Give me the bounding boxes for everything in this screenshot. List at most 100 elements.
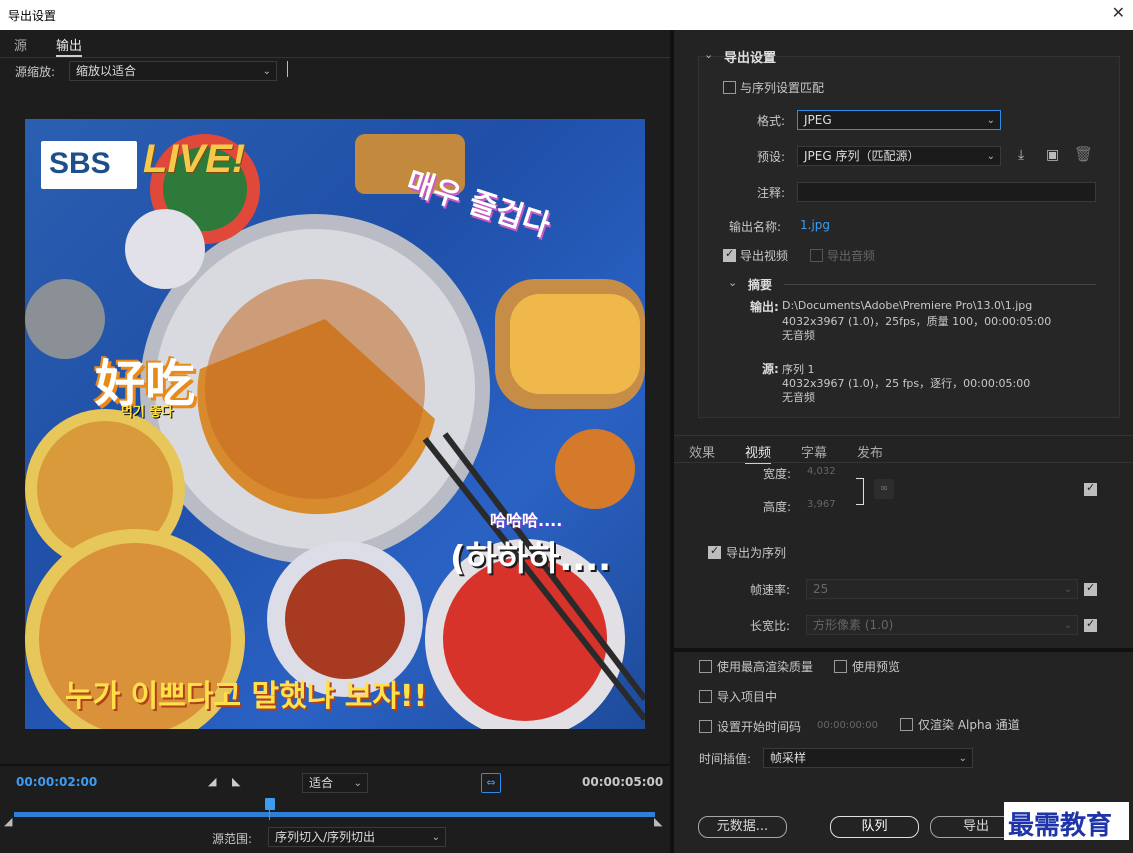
tabs-divider-bottom xyxy=(674,462,1133,463)
match-sequence-label: 与序列设置匹配 xyxy=(740,81,825,95)
time-interp-value: 帧采样 xyxy=(770,751,807,765)
tab-output[interactable]: 输出 xyxy=(56,35,83,57)
tab-captions[interactable]: 字幕 xyxy=(801,442,827,461)
metadata-button[interactable]: 元数据... xyxy=(698,816,787,838)
start-timecode-label: 设置开始时间码 xyxy=(717,720,802,734)
format-label: 格式: xyxy=(757,114,786,128)
preset-dropdown[interactable]: JPEG 序列（匹配源） ⌄ xyxy=(797,146,1001,166)
bottom-divider xyxy=(674,648,1133,652)
match-frame-rate-checkbox[interactable] xyxy=(1084,581,1097,596)
format-value: JPEG xyxy=(804,113,832,127)
source-range-value: 序列切入/序列切出 xyxy=(275,830,376,844)
set-in-point-icon[interactable]: ◢ xyxy=(208,775,216,788)
tab-effects[interactable]: 效果 xyxy=(689,442,715,461)
source-scale-value: 缩放以适合 xyxy=(76,64,137,78)
height-value[interactable]: 3,967 xyxy=(807,499,836,510)
current-timecode[interactable]: 00:00:02:00 xyxy=(16,775,97,789)
match-source-size-checkbox[interactable] xyxy=(1084,481,1097,496)
caption-laugh: (하하하.... xyxy=(450,539,612,579)
save-preset-icon[interactable]: ⤓ xyxy=(1018,147,1024,163)
set-out-point-icon[interactable]: ◣ xyxy=(232,775,240,788)
export-audio-checkbox[interactable] xyxy=(810,249,823,262)
chevron-down-icon: ⌄ xyxy=(353,778,362,789)
aspect-label: 长宽比: xyxy=(750,619,791,633)
output-name-link[interactable]: 1.jpg xyxy=(800,218,830,232)
time-interp-label: 时间插值: xyxy=(699,752,752,766)
watermark-badge: 最需教育 xyxy=(1004,802,1129,841)
aspect-value: 方形像素 (1.0) xyxy=(813,618,894,632)
format-dropdown[interactable]: JPEG ⌄ xyxy=(797,110,1001,130)
title-bar: 导出设置 ✕ xyxy=(0,0,1133,30)
summary-source-audio: 无音频 xyxy=(782,391,815,404)
preview-panel: 源 输出 源缩放: 缩放以适合 ⌄ SBS LIVE! 매우 즐겁다 好吃 먹기… xyxy=(0,30,670,853)
tab-publish[interactable]: 发布 xyxy=(857,442,883,461)
timeline-range-bar[interactable] xyxy=(14,812,655,817)
preview-image: SBS LIVE! 매우 즐겁다 好吃 먹기 좋다 哈哈哈.... (하하하..… xyxy=(25,119,645,729)
summary-output-path: D:\Documents\Adobe\Premiere Pro\13.0\1.j… xyxy=(782,299,1033,312)
export-settings-title: 导出设置 xyxy=(724,51,777,66)
import-project-checkbox[interactable] xyxy=(699,690,712,703)
tab-divider xyxy=(0,57,670,58)
frame-rate-dropdown[interactable]: 25 ⌄ xyxy=(806,579,1078,599)
sbs-logo: SBS xyxy=(41,141,137,189)
aspect-dropdown[interactable]: 方形像素 (1.0) ⌄ xyxy=(806,615,1078,635)
tab-source[interactable]: 源 xyxy=(14,35,27,54)
summary-title: 摘要 xyxy=(748,278,773,292)
comment-input[interactable] xyxy=(797,182,1096,202)
use-preview-label: 使用预览 xyxy=(852,660,901,674)
close-icon[interactable]: ✕ xyxy=(1112,4,1125,22)
in-marker-icon[interactable]: ◢ xyxy=(4,815,12,828)
export-video-label: 导出视频 xyxy=(740,249,789,263)
import-preset-icon[interactable]: ▣ xyxy=(1046,147,1059,163)
start-timecode-checkbox[interactable] xyxy=(699,720,712,733)
width-value[interactable]: 4,032 xyxy=(807,466,836,477)
link-icon[interactable]: ∞ xyxy=(874,479,894,499)
max-quality-checkbox[interactable] xyxy=(699,660,712,673)
match-aspect-checkbox[interactable] xyxy=(1084,617,1097,632)
source-scale-dropdown[interactable]: 缩放以适合 ⌄ xyxy=(69,61,277,81)
match-sequence-checkbox[interactable] xyxy=(723,81,736,94)
chevron-down-icon: ⌄ xyxy=(431,832,440,843)
frame-rate-label: 帧速率: xyxy=(750,583,791,597)
watermark-text: 最需教育 xyxy=(1008,811,1113,841)
use-preview-checkbox[interactable] xyxy=(834,660,847,673)
preset-value: JPEG 序列（匹配源） xyxy=(804,149,920,163)
collapse-chevron-icon[interactable]: ⌄ xyxy=(704,48,713,61)
delete-preset-icon[interactable]: 🗑 xyxy=(1074,145,1093,163)
fit-value: 适合 xyxy=(309,776,334,790)
text-cursor xyxy=(287,61,288,77)
frame-rate-value: 25 xyxy=(813,582,829,596)
max-quality-label: 使用最高渲染质量 xyxy=(717,660,814,674)
summary-output-audio: 无音频 xyxy=(782,329,815,342)
comment-label: 注释: xyxy=(757,186,786,200)
aspect-toggle-icon[interactable]: ⇔ xyxy=(481,773,501,793)
playhead-icon[interactable] xyxy=(265,798,275,810)
export-video-checkbox[interactable] xyxy=(723,247,736,262)
out-marker-icon[interactable]: ◣ xyxy=(654,815,662,828)
tab-video[interactable]: 视频 xyxy=(745,442,772,464)
import-project-label: 导入项目中 xyxy=(717,690,778,704)
queue-button[interactable]: 队列 xyxy=(830,816,919,838)
fit-dropdown[interactable]: 适合 ⌄ xyxy=(302,773,368,793)
chevron-down-icon: ⌄ xyxy=(262,66,271,77)
summary-source-label: 源: xyxy=(762,362,779,376)
live-logo-text: LIVE! xyxy=(143,137,246,181)
caption-mid-sub: 먹기 좋다 xyxy=(121,405,174,420)
alpha-only-checkbox[interactable] xyxy=(900,718,913,731)
start-timecode-value[interactable]: 00:00:00:00 xyxy=(817,720,878,731)
chevron-down-icon: ⌄ xyxy=(1063,620,1072,631)
export-audio-label: 导出音频 xyxy=(827,249,876,263)
sbs-logo-text: SBS xyxy=(49,147,111,180)
alpha-only-label: 仅渲染 Alpha 通道 xyxy=(918,718,1020,732)
playhead-line xyxy=(269,808,270,820)
summary-chevron-icon[interactable]: ⌄ xyxy=(728,276,737,289)
export-as-sequence-checkbox[interactable] xyxy=(708,544,721,559)
source-range-dropdown[interactable]: 序列切入/序列切出 ⌄ xyxy=(268,827,446,847)
caption-bottom: 누가 이쁘다고 말했냐 보자!! xyxy=(65,679,428,714)
time-interp-dropdown[interactable]: 帧采样 ⌄ xyxy=(763,748,973,768)
width-label: 宽度: xyxy=(763,467,792,481)
chevron-down-icon: ⌄ xyxy=(986,115,995,126)
settings-panel: ⌄ 导出设置 与序列设置匹配 格式: JPEG ⌄ 预设: JPEG 序列（匹配… xyxy=(674,30,1133,853)
output-name-label: 输出名称: xyxy=(729,220,782,234)
link-bracket xyxy=(856,478,864,505)
